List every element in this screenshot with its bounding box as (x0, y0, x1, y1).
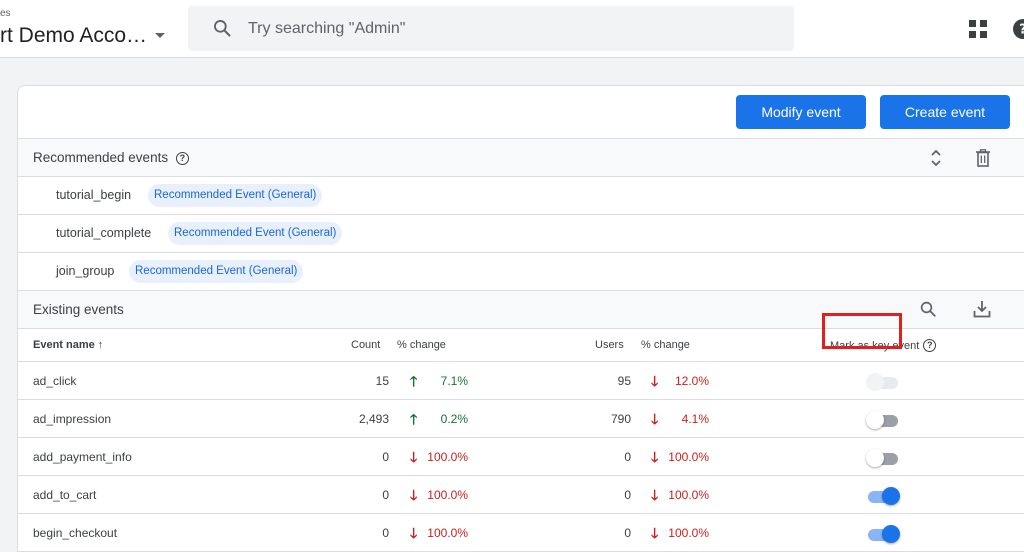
count-change-value: 7.1% (440, 374, 468, 388)
recommended-event-row[interactable]: tutorial_complete Recommended Event (Gen… (18, 214, 1024, 252)
key-event-label: Mark as key event (830, 340, 920, 352)
search-input[interactable] (248, 6, 768, 51)
chevron-down-icon[interactable] (155, 33, 165, 38)
expand-collapse-icon[interactable] (929, 148, 943, 168)
column-header-count-change[interactable]: % change (397, 339, 446, 351)
event-name: begin_checkout (33, 526, 118, 540)
count-value: 0 (382, 526, 389, 540)
users-change-value: 100.0% (668, 488, 709, 502)
column-header-users[interactable]: Users (595, 339, 624, 351)
recommended-chip: Recommended Event (General) (168, 222, 343, 245)
users-value: 95 (617, 374, 631, 388)
event-name: add_to_cart (33, 488, 97, 502)
arrow-down-icon: 🡓 (651, 525, 659, 541)
key-event-toggle[interactable] (866, 525, 900, 543)
key-event-toggle (866, 373, 900, 391)
create-event-button[interactable]: Create event (880, 95, 1010, 129)
download-icon[interactable] (973, 300, 991, 318)
apps-grid-icon[interactable] (968, 19, 988, 39)
search-bar[interactable] (188, 6, 794, 51)
key-event-toggle[interactable] (866, 411, 900, 429)
arrow-down-icon: 🡓 (410, 449, 418, 465)
account-selector[interactable]: rt Demo Acco… (0, 24, 147, 48)
existing-events-title: Existing events (33, 302, 124, 317)
arrow-up-icon: 🡑 (410, 373, 418, 389)
search-icon[interactable] (919, 300, 937, 318)
events-card: Modify event Create event Recommended ev… (17, 85, 1024, 552)
users-change-value: 4.1% (681, 412, 709, 426)
table-row[interactable]: begin_checkout 0 🡓 100.0% 0 🡓 100.0% (18, 513, 1024, 551)
users-change-value: 12.0% (674, 374, 709, 388)
event-name: tutorial_begin (56, 188, 132, 202)
help-circle-icon[interactable]: ? (175, 152, 189, 165)
arrow-down-icon: 🡓 (410, 487, 418, 503)
key-event-toggle[interactable] (866, 487, 900, 505)
search-icon (214, 20, 231, 37)
users-change-value: 100.0% (668, 450, 709, 464)
recommended-chip: Recommended Event (General) (148, 184, 323, 207)
count-value: 0 (382, 450, 389, 464)
table-row[interactable]: add_to_cart 0 🡓 100.0% 0 🡓 100.0% (18, 475, 1024, 513)
arrow-down-icon: 🡓 (410, 525, 418, 541)
column-header-event-name[interactable]: Event name ↑ (33, 339, 103, 351)
arrow-down-icon: 🡓 (651, 411, 659, 427)
users-value: 0 (624, 488, 631, 502)
arrow-down-icon: 🡓 (651, 373, 659, 389)
top-bar: es rt Demo Acco… ? (0, 0, 1024, 58)
modify-event-button[interactable]: Modify event (736, 95, 866, 129)
event-name: ad_click (33, 374, 77, 388)
count-value: 15 (375, 374, 389, 388)
event-name: tutorial_complete (56, 226, 152, 240)
delete-icon[interactable] (975, 149, 991, 167)
recommended-event-row[interactable]: join_group Recommended Event (General) (18, 252, 1024, 290)
event-name: add_payment_info (33, 450, 132, 464)
users-value: 0 (624, 450, 631, 464)
svg-text:?: ? (1019, 23, 1024, 38)
column-header-users-change[interactable]: % change (641, 339, 690, 351)
count-change-value: 100.0% (427, 526, 468, 540)
column-header-key-event: Mark as key event? (830, 339, 937, 352)
count-value: 2,493 (358, 412, 389, 426)
recommended-event-row[interactable]: tutorial_begin Recommended Event (Genera… (18, 176, 1024, 214)
help-circle-icon[interactable]: ? (923, 339, 937, 352)
recommended-events-title: Recommended events (33, 150, 169, 165)
count-value: 0 (382, 488, 389, 502)
count-change-value: 100.0% (427, 450, 468, 464)
users-value: 790 (610, 412, 631, 426)
existing-events-header: Existing events (18, 290, 1024, 328)
users-value: 0 (624, 526, 631, 540)
arrow-down-icon: 🡓 (651, 487, 659, 503)
table-header: Event name ↑ Count % change Users % chang… (18, 328, 1024, 361)
column-header-count[interactable]: Count (351, 339, 380, 351)
arrow-down-icon: 🡓 (651, 449, 659, 465)
arrow-up-icon: 🡑 (410, 411, 418, 427)
section-title: Recommended events ? (33, 150, 189, 165)
count-change-value: 100.0% (427, 488, 468, 502)
event-name-label: Event name (33, 339, 95, 351)
count-change-value: 0.2% (440, 412, 468, 426)
recommended-events-header: Recommended events ? (18, 138, 1024, 176)
key-event-toggle[interactable] (866, 449, 900, 467)
users-change-value: 100.0% (668, 526, 709, 540)
breadcrumb: es (0, 8, 11, 19)
sort-arrow-icon: ↑ (97, 339, 104, 351)
event-name: ad_impression (33, 412, 112, 426)
event-name: join_group (56, 264, 115, 278)
recommended-chip: Recommended Event (General) (129, 260, 304, 283)
table-row[interactable]: add_payment_info 0 🡓 100.0% 0 🡓 100.0% (18, 437, 1024, 475)
table-row[interactable]: ad_click 15 🡑 7.1% 95 🡓 12.0% (18, 361, 1024, 399)
table-row[interactable]: ad_impression 2,493 🡑 0.2% 790 🡓 4.1% (18, 399, 1024, 437)
help-icon[interactable]: ? (1012, 18, 1024, 40)
